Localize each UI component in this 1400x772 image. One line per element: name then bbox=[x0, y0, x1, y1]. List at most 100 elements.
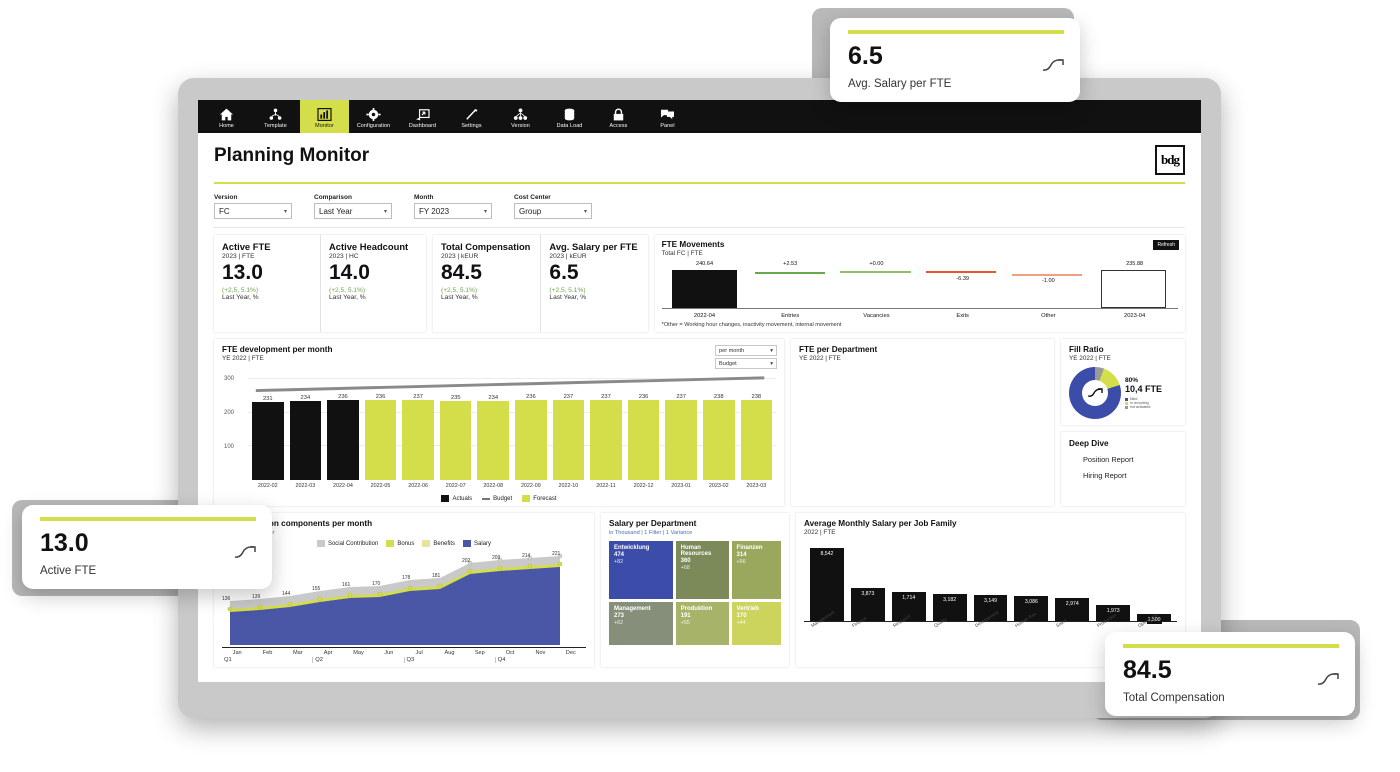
legend-item-forecast: Forecast bbox=[522, 495, 557, 502]
deep-dive-link-position-report[interactable]: Position Report bbox=[1083, 455, 1177, 464]
salary-value: 170 bbox=[372, 581, 381, 587]
filter-label: Cost Center bbox=[514, 194, 551, 201]
bar-column[interactable]: 238 bbox=[702, 372, 735, 480]
panel-title: FTE development per month bbox=[222, 345, 333, 354]
bar-value: 3,873 bbox=[860, 590, 876, 599]
kpi-total-compensation[interactable]: Total Compensation 2023 | kEUR 84.5 (+2,… bbox=[433, 235, 540, 332]
x-label: 2022-06 bbox=[408, 483, 428, 489]
tile-name: Entwicklung bbox=[614, 545, 650, 551]
cost-center-select[interactable]: Group ▾ bbox=[514, 203, 592, 219]
bar-column[interactable]: 237 bbox=[665, 372, 697, 480]
card-body: 6.5 Avg. Salary per FTE bbox=[848, 44, 1064, 90]
bar-column[interactable]: 236 bbox=[515, 372, 547, 480]
panel-sublinks[interactable]: in Thousand | 1 Filter bbox=[222, 530, 586, 536]
y-tick: 300 bbox=[224, 376, 235, 383]
bar-column[interactable]: 236 bbox=[627, 372, 660, 480]
nav-item-home[interactable]: Home bbox=[202, 100, 251, 133]
bar-column[interactable]: 237 bbox=[402, 372, 434, 480]
nav-item-data-load[interactable]: Data Load bbox=[545, 100, 594, 133]
nav-item-monitor[interactable]: Monitor bbox=[300, 100, 349, 133]
kpi-delta-label: Last Year, % bbox=[329, 294, 366, 302]
bar-column[interactable]: 235 bbox=[439, 372, 472, 480]
bar-value: 237 bbox=[676, 393, 686, 400]
kpi-name: Avg. Salary per FTE bbox=[549, 241, 638, 252]
nav-item-configuration[interactable]: Configuration bbox=[349, 100, 398, 133]
quarter-axis: Q1 Q2 Q3 Q4 bbox=[222, 657, 586, 663]
panel-sublinks[interactable]: in Thousand | 1 Filter | 1 Variance bbox=[609, 530, 781, 536]
comparison-select[interactable]: Last Year ▾ bbox=[314, 203, 392, 219]
legend-item-budget: Budget bbox=[482, 496, 512, 502]
x-label: 2022-12 bbox=[633, 483, 654, 489]
mid-row: per month ▾ Budget ▾ FTE development per… bbox=[214, 339, 1185, 506]
legend-swatch bbox=[1125, 405, 1128, 409]
bar-column[interactable]: 236 bbox=[327, 372, 359, 480]
waterfall-category: Vacancies bbox=[863, 313, 890, 319]
version-select[interactable]: FC ▾ bbox=[214, 203, 292, 219]
job-family-axis-labels: Management Finance Research Quality Deve… bbox=[804, 610, 1177, 629]
main-navigation: Home Template Monitor Configuration Dash… bbox=[198, 100, 1201, 133]
fill-ratio-fte: 10,4 FTE bbox=[1125, 384, 1163, 394]
salary-value: 144 bbox=[282, 591, 291, 597]
treemap-tile-human-resources[interactable]: Human Resources 360 +68 bbox=[675, 541, 729, 600]
kpi-avg-salary-per-fte[interactable]: Avg. Salary per FTE 2023 | kEUR 6.5 (+2,… bbox=[540, 235, 647, 332]
bar-value: 3,086 bbox=[1023, 598, 1039, 607]
trend-arrow-icon bbox=[234, 545, 256, 564]
bar-column[interactable]: 238 bbox=[740, 372, 773, 480]
legend-item-bonus: Bonus bbox=[386, 540, 414, 547]
bar-column[interactable]: 231 bbox=[252, 372, 284, 480]
salary-value: 155 bbox=[312, 586, 321, 592]
bar-column[interactable]: 237 bbox=[552, 372, 585, 480]
month-select[interactable]: FY 2023 ▾ bbox=[414, 203, 492, 219]
panel-subtitle: YE 2022 | FTE bbox=[1069, 355, 1111, 362]
tile-name: Finanzen bbox=[736, 545, 763, 551]
nav-item-panel[interactable]: Panel bbox=[643, 100, 692, 133]
measure-select[interactable]: Budget ▾ bbox=[715, 358, 777, 369]
treemap-tile-produktion[interactable]: Produktion 191 +55 bbox=[675, 602, 729, 645]
deep-dive-link-hiring-report[interactable]: Hiring Report bbox=[1083, 471, 1177, 480]
tile-name: Human Resources bbox=[680, 545, 712, 557]
nav-item-settings[interactable]: Settings bbox=[447, 100, 496, 133]
kpi-value: 14.0 bbox=[329, 261, 370, 284]
card-accent-bar bbox=[848, 30, 1064, 34]
treemap-tile-vertrieb[interactable]: Vertrieb 170 +44 bbox=[731, 602, 781, 645]
nav-label: Monitor bbox=[315, 122, 334, 129]
floating-card-avg-salary[interactable]: 6.5 Avg. Salary per FTE bbox=[830, 18, 1080, 102]
bar bbox=[702, 399, 735, 480]
kpi-active-fte[interactable]: Active FTE 2023 | FTE 13.0 (+2,5, 5.1%) … bbox=[214, 235, 320, 332]
bar-column[interactable]: 234 bbox=[477, 372, 510, 480]
bar-value: 3,149 bbox=[983, 596, 998, 605]
wrench-icon bbox=[464, 107, 479, 122]
treemap-tile-entwicklung[interactable]: Entwicklung 474 +82 bbox=[609, 541, 673, 600]
kpi-delta: (+2,5, 5.1%) bbox=[222, 287, 259, 295]
chevron-down-icon: ▾ bbox=[583, 208, 587, 215]
kpi-active-headcount[interactable]: Active Headcount 2023 | HC 14.0 (+2,5, 5… bbox=[320, 235, 426, 332]
nav-item-version[interactable]: Version bbox=[496, 100, 545, 133]
refresh-button[interactable]: Refresh bbox=[1153, 240, 1179, 250]
x-label: 2022-11 bbox=[596, 483, 616, 489]
x-label: 2023-02 bbox=[708, 483, 729, 489]
chat-panel-icon bbox=[660, 107, 675, 122]
nav-item-template[interactable]: Template bbox=[251, 100, 300, 133]
floating-card-active-fte[interactable]: 13.0 Active FTE bbox=[22, 505, 272, 589]
treemap-tile-management[interactable]: Management 273 +62 bbox=[609, 602, 673, 645]
nav-item-access[interactable]: Access bbox=[594, 100, 643, 133]
floating-card-total-compensation[interactable]: 84.5 Total Compensation bbox=[1105, 632, 1355, 716]
fill-ratio-panel: Fill Ratio YE 2022 | FTE 80% 10,4 FTE fi… bbox=[1061, 339, 1185, 425]
tile-value: 314 bbox=[736, 552, 747, 558]
waterfall-category: 2023-04 bbox=[1123, 313, 1146, 319]
bar-column[interactable]: 237 bbox=[590, 372, 622, 480]
waterfall-value: +2.53 bbox=[783, 261, 798, 267]
waterfall-bar-start bbox=[671, 270, 738, 308]
bottom-row: Compensation components per month in Tho… bbox=[214, 513, 1185, 667]
template-icon bbox=[268, 107, 283, 122]
bar-column[interactable]: 234 bbox=[289, 372, 322, 480]
legend-swatch bbox=[386, 540, 395, 547]
chart-bar-icon bbox=[317, 107, 332, 122]
treemap-tile-finanzen[interactable]: Finanzen 314 +56 bbox=[731, 541, 781, 600]
bar-column[interactable]: 236 bbox=[364, 372, 397, 480]
nav-item-dashboard[interactable]: Dashboard bbox=[398, 100, 447, 133]
granularity-select[interactable]: per month ▾ bbox=[715, 345, 777, 356]
tile-name: Management bbox=[614, 606, 651, 613]
fill-ratio-column: Fill Ratio YE 2022 | FTE 80% 10,4 FTE fi… bbox=[1061, 339, 1185, 506]
month-label: Jan bbox=[232, 650, 242, 656]
